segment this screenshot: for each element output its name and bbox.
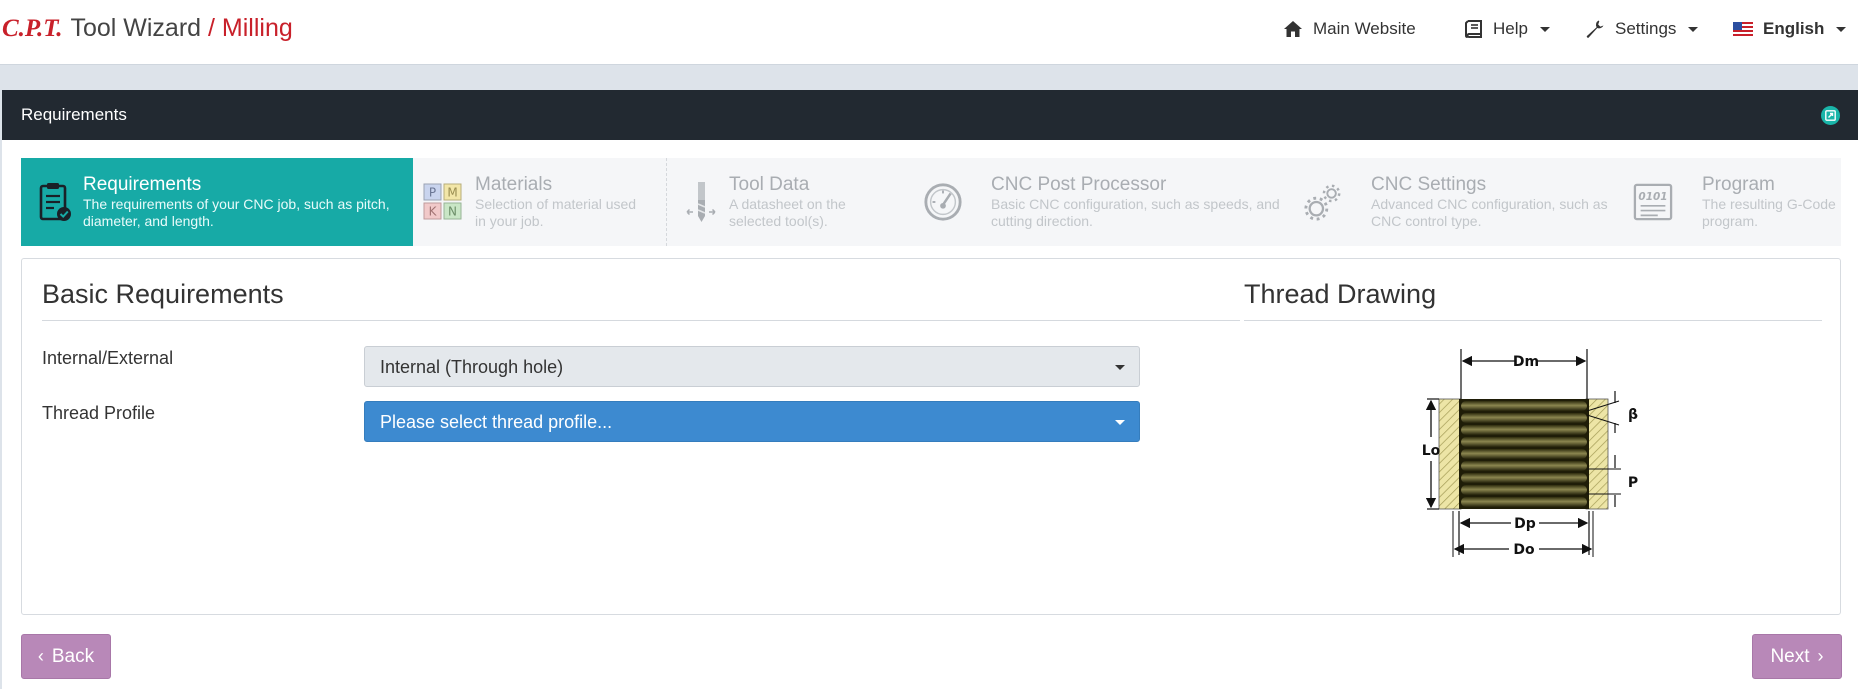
home-icon <box>1284 21 1302 37</box>
brand-separator: / <box>208 14 215 42</box>
section-divider <box>42 320 1240 321</box>
internal-external-select[interactable]: Internal (Through hole) <box>364 346 1140 387</box>
step-program[interactable]: 0101 Program The resulting G-Code program… <box>1619 158 1841 246</box>
step-description-line: in your job. <box>475 213 544 229</box>
beta-label: β <box>1628 407 1638 423</box>
step-title: Program <box>1702 174 1775 195</box>
step-cnc-settings[interactable]: CNC Settings Advanced CNC configuration,… <box>1289 158 1619 246</box>
step-title: CNC Post Processor <box>991 174 1167 195</box>
step-description-line: Selection of material used <box>475 196 637 212</box>
main-website-label: Main Website <box>1313 19 1416 38</box>
material-letter: M <box>447 186 457 200</box>
material-letter: P <box>429 186 436 200</box>
step-description: The requirements of your CNC job, such a… <box>83 196 390 230</box>
panel-header: Requirements <box>2 90 1858 140</box>
thread-drawing-title: Thread Drawing <box>1244 279 1437 309</box>
back-button[interactable]: ‹ Back <box>21 634 111 679</box>
step-description-line: cutting direction. <box>991 213 1093 229</box>
chevron-down-icon <box>1539 26 1550 32</box>
section-divider <box>1244 320 1822 321</box>
expand-icon <box>1825 110 1836 121</box>
brand-module: Milling <box>221 14 293 42</box>
wizard-steps: Requirements The requirements of your CN… <box>21 158 1841 246</box>
expand-panel-button[interactable] <box>1821 106 1840 125</box>
wrench-icon <box>1586 20 1604 38</box>
step-title: Tool Data <box>729 174 810 195</box>
thread-profile-select[interactable]: Please select thread profile... <box>364 401 1140 442</box>
thread-drawing-image: Dm Lo β P Dp Do <box>1422 349 1638 558</box>
chevron-down-icon <box>1836 26 1847 32</box>
dropdown-arrow-icon <box>1115 365 1125 370</box>
gears-icon <box>1303 180 1343 224</box>
step-description: The resulting G-Code program. <box>1702 196 1836 230</box>
lo-label: Lo <box>1422 443 1441 459</box>
brand-app-name: Tool Wizard <box>70 14 202 42</box>
next-label: Next <box>1770 645 1810 667</box>
p-label: P <box>1628 475 1638 491</box>
binary-document-icon: 0101 <box>1633 180 1673 224</box>
dp-label: Dp <box>1514 516 1536 532</box>
do-label: Do <box>1513 542 1535 558</box>
gauge-icon <box>923 180 963 224</box>
step-requirements[interactable]: Requirements The requirements of your CN… <box>21 158 413 246</box>
step-description: A datasheet on the selected tool(s). <box>729 196 846 230</box>
internal-external-label: Internal/External <box>42 348 174 368</box>
step-tool-data[interactable]: Tool Data A datasheet on the selected too… <box>667 158 907 246</box>
back-label: Back <box>51 645 95 667</box>
dm-label: Dm <box>1513 354 1539 370</box>
clipboard-check-icon <box>35 180 75 224</box>
material-letter: N <box>448 205 457 219</box>
brand[interactable]: C.P.T. Tool Wizard / Milling <box>2 14 293 43</box>
step-description-line: program. <box>1702 213 1759 229</box>
panel-title: Requirements <box>21 105 127 124</box>
main-website-link[interactable]: Main Website <box>1283 19 1416 39</box>
next-button[interactable]: Next › <box>1752 634 1842 679</box>
binary-text: 0101 <box>1638 191 1667 203</box>
step-cnc-post-processor[interactable]: CNC Post Processor Basic CNC configurati… <box>907 158 1289 246</box>
end-mill-icon <box>681 180 721 224</box>
step-materials[interactable]: P M K N Materials Selection of material … <box>413 158 666 246</box>
step-description-line: diameter, and length. <box>83 213 214 229</box>
chevron-down-icon <box>1688 26 1699 32</box>
basic-requirements-title: Basic Requirements <box>42 279 284 309</box>
top-navbar: C.P.T. Tool Wizard / Milling Main Website… <box>0 0 1858 65</box>
thread-profile-placeholder: Please select thread profile... <box>380 412 613 432</box>
language-menu[interactable]: English <box>1733 19 1847 39</box>
brand-logo: C.P.T. <box>2 15 63 42</box>
requirements-form: Basic Requirements Internal/External Int… <box>21 258 1841 615</box>
step-title: CNC Settings <box>1371 174 1487 195</box>
step-description-line: Advanced CNC configuration, such as <box>1371 196 1608 212</box>
chevron-left-icon: ‹ <box>37 646 44 666</box>
book-icon <box>1465 20 1482 38</box>
step-description-line: Basic CNC configuration, such as speeds,… <box>991 196 1280 212</box>
settings-label: Settings <box>1615 19 1677 38</box>
settings-menu[interactable]: Settings <box>1585 19 1699 39</box>
step-description-line: selected tool(s). <box>729 213 828 229</box>
help-label: Help <box>1493 19 1528 38</box>
materials-pmkn-icon: P M K N <box>423 180 463 224</box>
step-description: Advanced CNC configuration, such as CNC c… <box>1371 196 1608 230</box>
internal-external-value: Internal (Through hole) <box>380 357 564 377</box>
step-title: Requirements <box>83 174 202 195</box>
material-letter: K <box>429 205 438 219</box>
step-description-line: The resulting G-Code <box>1702 196 1836 212</box>
language-label: English <box>1763 19 1825 38</box>
chevron-right-icon: › <box>1817 646 1824 666</box>
step-description: Selection of material used in your job. <box>475 196 636 230</box>
us-flag-icon <box>1733 22 1753 36</box>
thread-profile-label: Thread Profile <box>42 403 156 423</box>
step-description-line: A datasheet on the <box>729 196 846 212</box>
step-description-line: The requirements of your CNC job, such a… <box>83 196 390 212</box>
step-description: Basic CNC configuration, such as speeds,… <box>991 196 1280 230</box>
step-title: Materials <box>475 174 553 195</box>
help-menu[interactable]: Help <box>1464 19 1550 39</box>
dropdown-arrow-icon <box>1115 420 1125 425</box>
step-description-line: CNC control type. <box>1371 213 1482 229</box>
